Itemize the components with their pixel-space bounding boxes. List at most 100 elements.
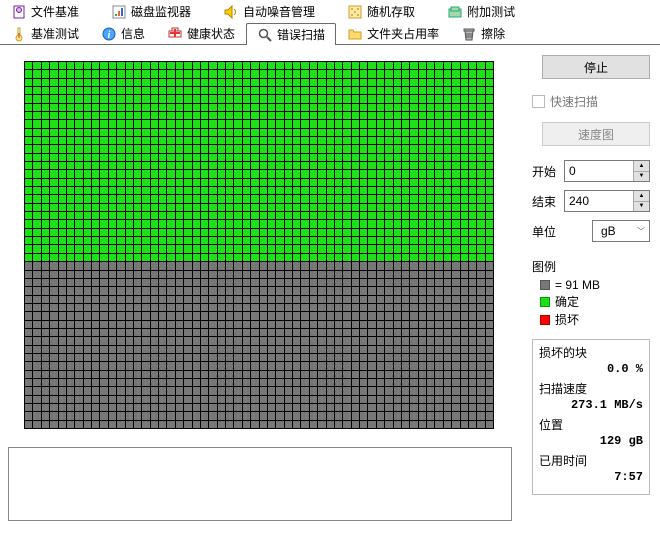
grid-cell: [343, 120, 350, 127]
grid-cell: [126, 70, 133, 77]
tab-thermometer[interactable]: 基准测试: [0, 22, 90, 44]
start-spinner[interactable]: ▲ ▼: [564, 160, 650, 182]
speed-map-button[interactable]: 速度图: [542, 122, 650, 146]
grid-cell: [301, 404, 308, 411]
grid-cell: [268, 254, 275, 261]
grid-cell: [176, 287, 183, 294]
grid-cell: [184, 287, 191, 294]
grid-cell: [435, 262, 442, 269]
grid-cell: [394, 254, 401, 261]
end-row: 结束 ▲ ▼: [532, 190, 650, 212]
tab-extra[interactable]: 附加测试: [436, 0, 536, 22]
grid-cell: [352, 145, 359, 152]
tab-random[interactable]: 随机存取: [336, 0, 436, 22]
grid-cell: [243, 245, 250, 252]
grid-cell: [461, 387, 468, 394]
grid-cell: [452, 254, 459, 261]
grid-cell: [268, 271, 275, 278]
grid-cell: [419, 79, 426, 86]
tab-folder[interactable]: 文件夹占用率: [336, 22, 450, 44]
grid-cell: [117, 162, 124, 169]
grid-cell: [444, 154, 451, 161]
grid-cell: [100, 220, 107, 227]
elapsed-label: 已用时间: [539, 452, 643, 469]
grid-cell: [201, 104, 208, 111]
grid-cell: [419, 170, 426, 177]
tab-speaker[interactable]: 自动噪音管理: [212, 0, 336, 22]
grid-cell: [142, 187, 149, 194]
chevron-down-icon[interactable]: ▼: [634, 202, 649, 212]
chevron-up-icon[interactable]: ▲: [634, 161, 649, 172]
grid-cell: [59, 229, 66, 236]
grid-cell: [327, 187, 334, 194]
grid-cell: [377, 404, 384, 411]
grid-cell: [75, 271, 82, 278]
grid-cell: [117, 321, 124, 328]
grid-cell: [385, 195, 392, 202]
tab-disk-monitor[interactable]: 磁盘监视器: [100, 0, 212, 22]
legend-bad-icon: [540, 315, 550, 325]
grid-cell: [193, 412, 200, 419]
grid-cell: [176, 387, 183, 394]
grid-cell: [452, 104, 459, 111]
grid-cell: [477, 104, 484, 111]
grid-cell: [159, 304, 166, 311]
grid-cell: [486, 179, 493, 186]
grid-cell: [260, 95, 267, 102]
grid-cell: [25, 287, 32, 294]
grid-cell: [167, 79, 174, 86]
grid-cell: [126, 220, 133, 227]
grid-cell: [84, 237, 91, 244]
unit-select[interactable]: gB ﹀: [592, 220, 650, 242]
grid-cell: [444, 162, 451, 169]
chevron-up-icon[interactable]: ▲: [634, 191, 649, 202]
grid-cell: [276, 195, 283, 202]
tab-file-benchmark[interactable]: 文件基准: [0, 0, 100, 22]
grid-cell: [419, 321, 426, 328]
quick-scan-checkbox[interactable]: [532, 95, 545, 108]
start-input[interactable]: [565, 161, 625, 181]
tab-search[interactable]: 错误扫描: [246, 23, 336, 45]
grid-cell: [226, 421, 233, 428]
grid-cell: [201, 87, 208, 94]
stop-button[interactable]: 停止: [542, 55, 650, 79]
grid-cell: [385, 129, 392, 136]
grid-cell: [260, 129, 267, 136]
grid-cell: [293, 404, 300, 411]
grid-cell: [167, 104, 174, 111]
grid-cell: [109, 104, 116, 111]
grid-cell: [201, 212, 208, 219]
grid-cell: [193, 212, 200, 219]
grid-cell: [84, 396, 91, 403]
tab-trash[interactable]: 擦除: [450, 22, 516, 44]
grid-cell: [452, 170, 459, 177]
grid-cell: [109, 87, 116, 94]
tab-info[interactable]: i信息: [90, 22, 156, 44]
end-input[interactable]: [565, 191, 625, 211]
grid-cell: [469, 162, 476, 169]
grid-cell: [335, 204, 342, 211]
grid-cell: [100, 70, 107, 77]
grid-cell: [176, 362, 183, 369]
grid-cell: [461, 412, 468, 419]
grid-cell: [67, 254, 74, 261]
grid-cell: [394, 79, 401, 86]
grid-cell: [42, 170, 49, 177]
grid-cell: [201, 229, 208, 236]
grid-cell: [126, 421, 133, 428]
grid-cell: [293, 354, 300, 361]
grid-cell: [167, 204, 174, 211]
grid-cell: [452, 287, 459, 294]
grid-cell: [285, 145, 292, 152]
grid-cell: [427, 387, 434, 394]
grid-cell: [209, 187, 216, 194]
chevron-down-icon[interactable]: ▼: [634, 172, 649, 182]
grid-cell: [84, 137, 91, 144]
tab-health[interactable]: 健康状态: [156, 22, 246, 44]
grid-cell: [410, 154, 417, 161]
grid-cell: [126, 104, 133, 111]
grid-cell: [310, 354, 317, 361]
end-spinner[interactable]: ▲ ▼: [564, 190, 650, 212]
grid-cell: [126, 337, 133, 344]
grid-cell: [42, 296, 49, 303]
